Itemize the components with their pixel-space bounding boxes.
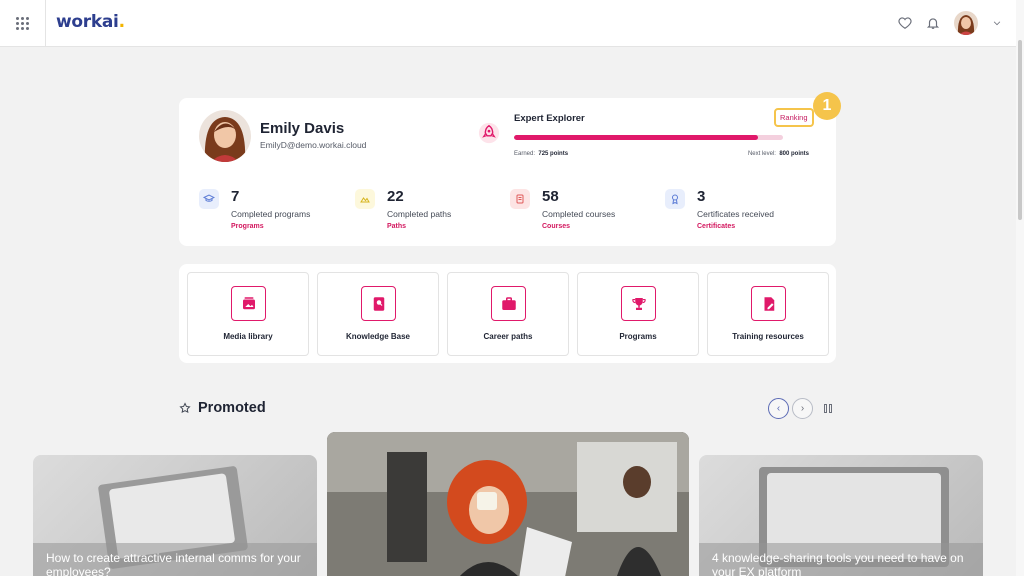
stat-label: Completed programs xyxy=(231,209,311,219)
profile-avatar xyxy=(199,110,251,162)
ranking-button[interactable]: Ranking xyxy=(774,108,814,127)
carousel-prev-button[interactable]: ‹ xyxy=(768,398,789,419)
shortcut-label: Knowledge Base xyxy=(345,332,410,341)
carousel-nav: ‹ › xyxy=(768,398,834,419)
rocket-icon xyxy=(478,122,500,144)
promoted-header: Promoted xyxy=(179,400,266,416)
book-icon xyxy=(510,189,530,209)
shortcut-career-paths[interactable]: Career paths xyxy=(447,272,569,356)
shortcut-label: Training resources xyxy=(732,332,804,341)
stat-label: Completed courses xyxy=(542,209,616,219)
trophy-icon xyxy=(621,286,656,321)
stat-certificates: 3 Certificates received Certificates xyxy=(665,188,815,238)
apps-grid-icon[interactable] xyxy=(0,0,46,46)
annotation-marker: 1 xyxy=(813,92,841,120)
user-avatar[interactable] xyxy=(954,11,978,35)
shortcut-label: Career paths xyxy=(483,332,533,341)
promo-card[interactable]: How to create attractive internal comms … xyxy=(33,455,317,576)
user-name: Emily Davis xyxy=(260,120,345,137)
stat-value: 7 xyxy=(231,188,240,205)
logo[interactable]: workai. xyxy=(56,12,125,32)
shortcut-label: Media library xyxy=(223,332,273,341)
top-bar: workai. xyxy=(0,0,1016,47)
shortcut-knowledge-base[interactable]: Knowledge Base xyxy=(317,272,439,356)
promo-card[interactable]: 4 knowledge-sharing tools you need to ha… xyxy=(699,455,983,576)
stat-programs: 7 Completed programs Programs xyxy=(199,188,349,238)
promoted-title: Promoted xyxy=(198,400,266,416)
stat-link[interactable]: Certificates xyxy=(697,223,735,230)
stat-courses: 58 Completed courses Courses xyxy=(510,188,660,238)
stat-value: 58 xyxy=(542,188,559,205)
path-icon xyxy=(355,189,375,209)
briefcase-icon xyxy=(491,286,526,321)
promo-card-featured[interactable] xyxy=(327,432,689,576)
next-level-points: Next level: 800 points xyxy=(747,151,809,157)
stat-paths: 22 Completed paths Paths xyxy=(355,188,505,238)
shortcut-programs[interactable]: Programs xyxy=(577,272,699,356)
shortcut-label: Programs xyxy=(619,332,657,341)
rank-progress-bar xyxy=(514,135,783,140)
stat-label: Certificates received xyxy=(697,209,775,219)
bell-icon[interactable] xyxy=(926,16,940,30)
stat-label: Completed paths xyxy=(387,209,452,219)
stat-link[interactable]: Programs xyxy=(231,223,264,230)
rank-progress-fill xyxy=(514,135,758,140)
user-email: EmilyD@demo.workai.cloud xyxy=(260,140,367,150)
certificate-icon xyxy=(665,189,685,209)
carousel-next-button[interactable]: › xyxy=(792,398,813,419)
rank-title: Expert Explorer xyxy=(514,113,585,124)
scrollbar[interactable] xyxy=(1016,0,1024,576)
heart-icon[interactable] xyxy=(898,16,912,30)
knowledge-base-icon xyxy=(361,286,396,321)
stat-value: 3 xyxy=(697,188,706,205)
document-edit-icon xyxy=(751,286,786,321)
shortcut-training-resources[interactable]: Training resources xyxy=(707,272,829,356)
promo-card-title: 4 knowledge-sharing tools you need to ha… xyxy=(712,551,964,576)
media-library-icon xyxy=(231,286,266,321)
featured-photo xyxy=(327,432,689,576)
stat-link[interactable]: Paths xyxy=(387,223,406,230)
chevron-down-icon[interactable] xyxy=(992,18,1002,28)
shortcuts-card: Media library Knowledge Base Career paths P… xyxy=(179,264,836,363)
stat-link[interactable]: Courses xyxy=(542,223,570,230)
promo-card-title: How to create attractive internal comms … xyxy=(46,551,301,576)
shortcut-media-library[interactable]: Media library xyxy=(187,272,309,356)
star-icon xyxy=(179,402,191,414)
profile-card: Emily Davis EmilyD@demo.workai.cloud Exp… xyxy=(179,92,841,246)
graduation-cap-icon xyxy=(199,189,219,209)
stat-value: 22 xyxy=(387,188,404,205)
pause-icon[interactable] xyxy=(824,403,834,414)
earned-points: Earned: 725 points xyxy=(514,151,569,157)
